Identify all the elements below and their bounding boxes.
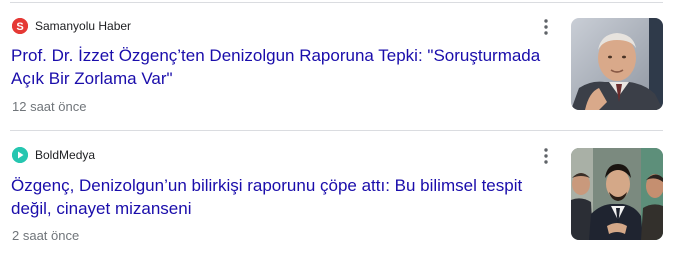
more-options-icon[interactable] bbox=[537, 16, 555, 38]
headline-link[interactable]: Özgenç, Denizolgun’un bilirkişi raporunu… bbox=[11, 174, 559, 220]
svg-text:S: S bbox=[16, 21, 23, 33]
headline-link[interactable]: Prof. Dr. İzzet Özgenç’ten Denizolgun Ra… bbox=[11, 44, 559, 90]
source-name: Samanyolu Haber bbox=[35, 19, 132, 33]
boldmedya-play-logo-icon bbox=[12, 147, 28, 163]
divider bbox=[10, 130, 663, 131]
timestamp: 2 saat önce bbox=[12, 228, 80, 243]
source-name: BoldMedya bbox=[35, 148, 96, 162]
source-row[interactable]: BoldMedya bbox=[12, 146, 95, 164]
thumbnail-image[interactable] bbox=[571, 148, 663, 240]
source-row[interactable]: S Samanyolu Haber bbox=[12, 17, 131, 35]
samanyolu-s-logo-icon: S bbox=[12, 18, 28, 34]
portrait-elderly-man-photo bbox=[571, 18, 663, 110]
timestamp: 12 saat önce bbox=[12, 99, 87, 114]
thumbnail-image[interactable] bbox=[571, 18, 663, 110]
group-of-men-photo bbox=[571, 148, 663, 240]
divider bbox=[10, 2, 663, 3]
more-options-icon[interactable] bbox=[537, 145, 555, 167]
news-feed: S Samanyolu Haber Prof. Dr. İzzet Özgenç… bbox=[0, 0, 684, 254]
